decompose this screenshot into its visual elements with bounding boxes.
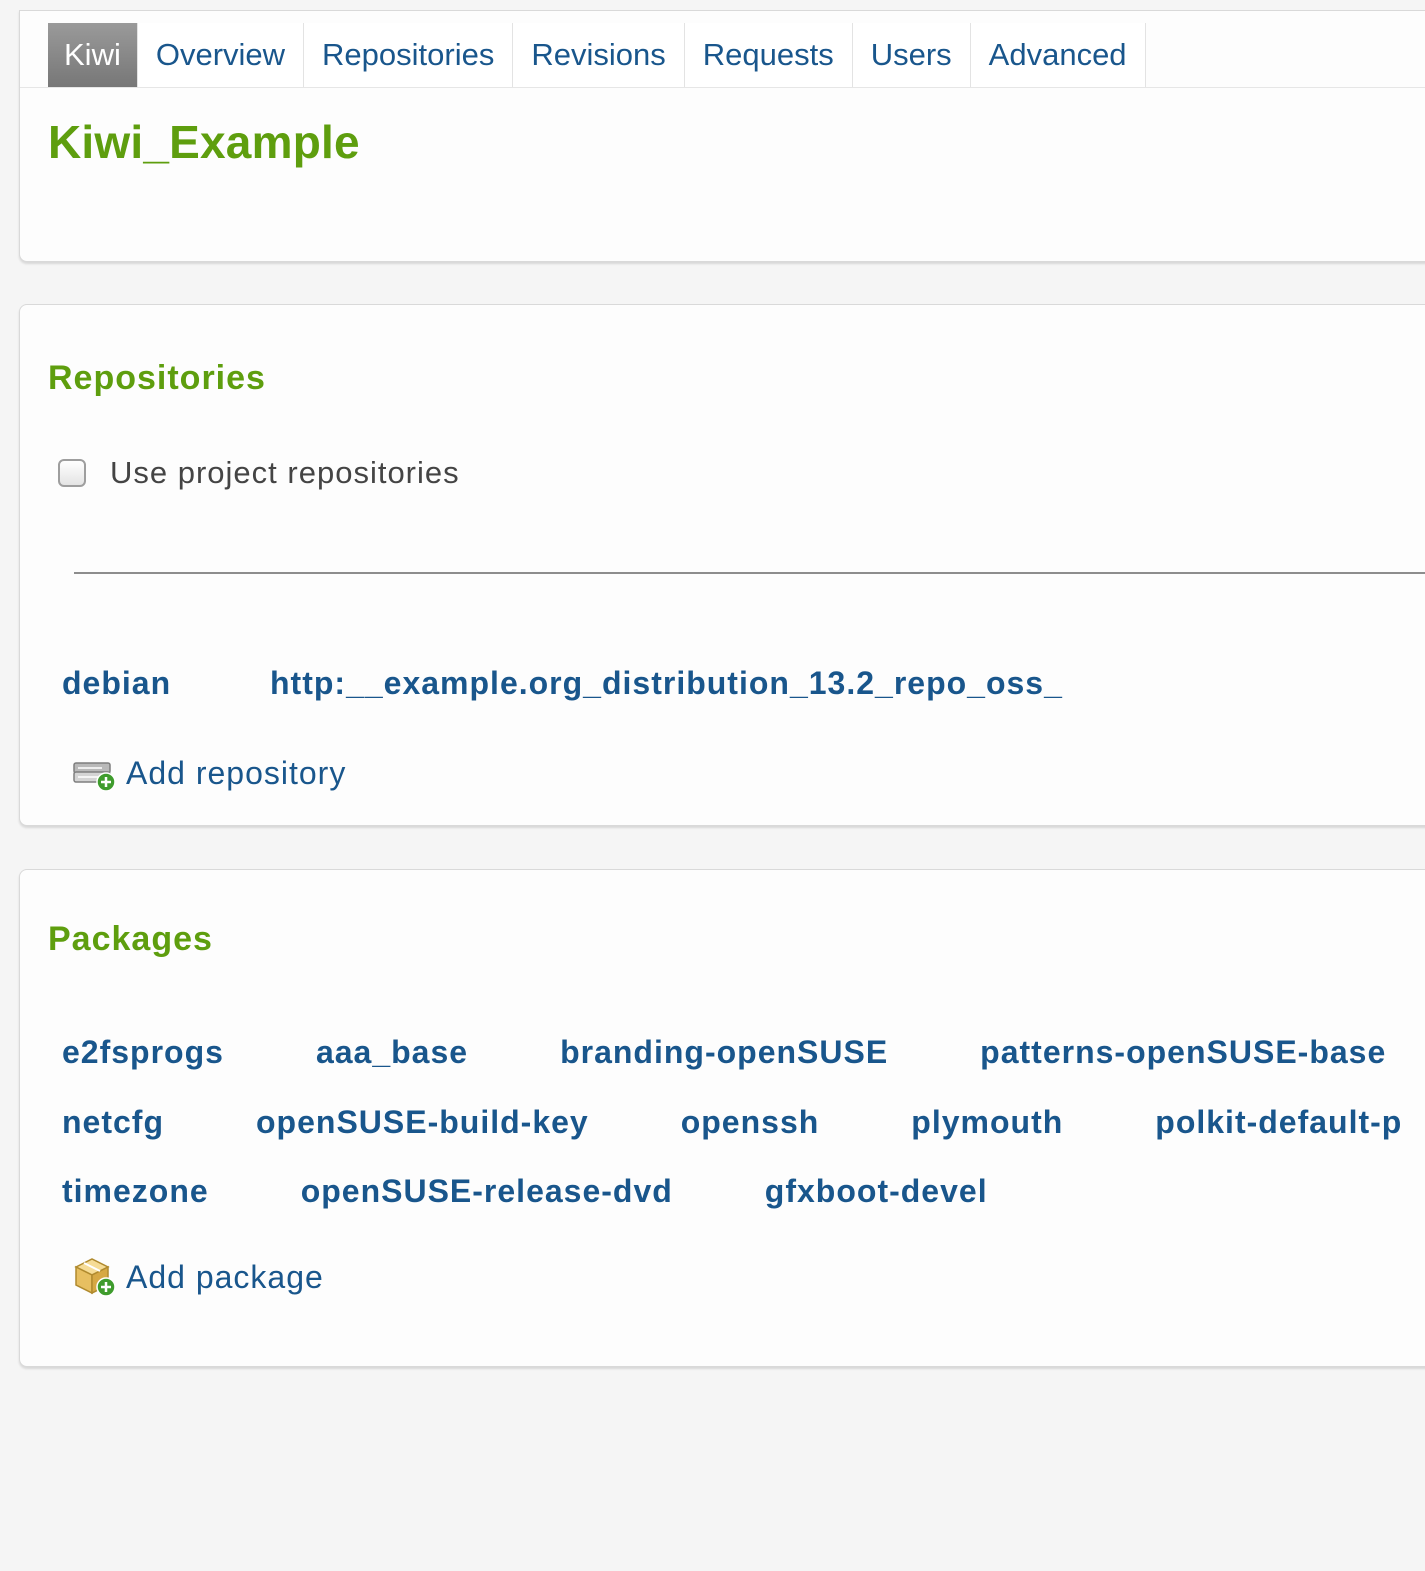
- package-link[interactable]: plymouth: [911, 1104, 1063, 1141]
- use-project-repositories-row[interactable]: Use project repositories: [58, 455, 460, 491]
- package-row: netcfg openSUSE-build-key openssh plymou…: [62, 1104, 1425, 1141]
- repositories-divider: [74, 572, 1425, 574]
- add-repository-icon: [72, 751, 118, 795]
- repository-name-link[interactable]: debian: [62, 665, 270, 702]
- project-header-card: Kiwi Overview Repositories Revisions Req…: [19, 10, 1425, 262]
- package-link[interactable]: openSUSE-build-key: [256, 1104, 589, 1141]
- package-link[interactable]: gfxboot-devel: [765, 1173, 988, 1210]
- use-project-repositories-checkbox[interactable]: [58, 459, 86, 487]
- tab-repositories[interactable]: Repositories: [304, 23, 514, 87]
- repository-url-link[interactable]: http:__example.org_distribution_13.2_rep…: [270, 665, 1063, 702]
- tab-bar: Kiwi Overview Repositories Revisions Req…: [48, 23, 1146, 87]
- package-row: timezone openSUSE-release-dvd gfxboot-de…: [62, 1173, 1080, 1210]
- package-link[interactable]: openssh: [681, 1104, 820, 1141]
- package-link[interactable]: polkit-default-p: [1155, 1104, 1402, 1141]
- tab-users[interactable]: Users: [852, 23, 971, 87]
- packages-heading: Packages: [48, 920, 213, 958]
- tab-overview[interactable]: Overview: [137, 23, 305, 87]
- package-link[interactable]: e2fsprogs: [62, 1034, 224, 1071]
- tab-bar-divider: [20, 87, 1425, 88]
- add-repository-label[interactable]: Add repository: [126, 755, 346, 792]
- use-project-repositories-label: Use project repositories: [110, 455, 460, 490]
- package-link[interactable]: timezone: [62, 1173, 209, 1210]
- add-repository-link[interactable]: Add repository: [72, 751, 346, 795]
- package-row: e2fsprogs aaa_base branding-openSUSE pat…: [62, 1034, 1425, 1071]
- package-link[interactable]: openSUSE-release-dvd: [301, 1173, 673, 1210]
- tab-revisions[interactable]: Revisions: [513, 23, 685, 87]
- page-title: Kiwi_Example: [48, 116, 360, 168]
- tab-kiwi[interactable]: Kiwi: [48, 23, 138, 87]
- package-link[interactable]: patterns-openSUSE-base: [980, 1034, 1386, 1071]
- package-link[interactable]: netcfg: [62, 1104, 164, 1141]
- repositories-card: Repositories Use project repositories de…: [19, 304, 1425, 826]
- tab-requests[interactable]: Requests: [684, 23, 853, 87]
- repositories-heading: Repositories: [48, 359, 266, 397]
- package-link[interactable]: branding-openSUSE: [560, 1034, 888, 1071]
- add-package-icon: [72, 1255, 118, 1299]
- tab-advanced[interactable]: Advanced: [970, 23, 1146, 87]
- packages-card: Packages e2fsprogs aaa_base branding-ope…: [19, 869, 1425, 1367]
- add-package-label[interactable]: Add package: [126, 1259, 324, 1296]
- repository-row: debian http:__example.org_distribution_1…: [62, 665, 1063, 702]
- package-link[interactable]: aaa_base: [316, 1034, 468, 1071]
- add-package-link[interactable]: Add package: [72, 1255, 324, 1299]
